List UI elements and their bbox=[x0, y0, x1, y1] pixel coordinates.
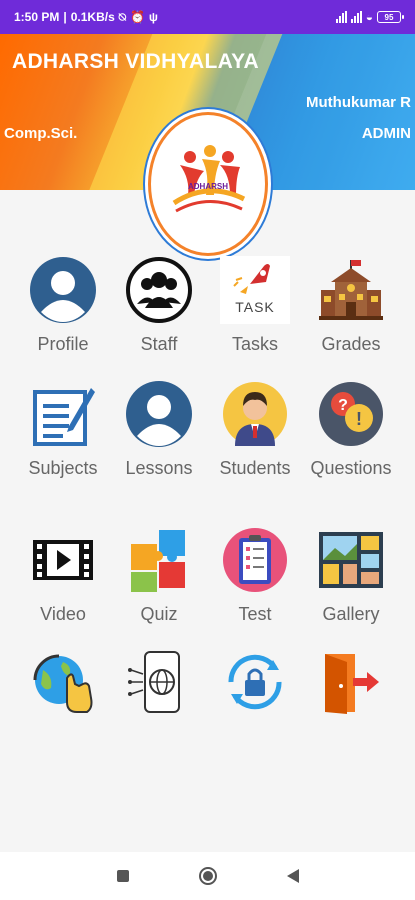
status-time: 1:50 PM bbox=[14, 10, 60, 24]
recent-apps-button[interactable] bbox=[116, 870, 129, 882]
menu-item-logout[interactable] bbox=[305, 644, 397, 720]
globe-touch-icon bbox=[33, 654, 93, 713]
wifi-icon: ◒ bbox=[365, 10, 373, 24]
menu-item-online[interactable] bbox=[17, 644, 109, 720]
menu-item-test[interactable]: Test bbox=[209, 522, 301, 626]
lessons-user-icon bbox=[126, 381, 192, 447]
menu-item-questions[interactable]: ? ! Questions bbox=[305, 376, 397, 480]
lock-refresh-icon bbox=[228, 654, 282, 710]
menu-label-test: Test bbox=[238, 604, 272, 624]
signal-icon bbox=[335, 11, 347, 23]
role-label: ADMIN bbox=[361, 125, 411, 142]
tasks-icon: TASK bbox=[220, 256, 290, 324]
svg-text:ADHARSH: ADHARSH bbox=[188, 182, 228, 191]
menu-item-tasks[interactable]: TASK Tasks bbox=[209, 252, 301, 356]
menu-item-quiz[interactable]: Quiz bbox=[113, 522, 205, 626]
system-nav-bar bbox=[0, 852, 415, 900]
status-speed: 0.1KB/s bbox=[70, 10, 115, 24]
user-name: Muthukumar R bbox=[306, 94, 411, 111]
status-right: ◒ 95 bbox=[335, 10, 404, 24]
menu-item-profile[interactable]: Profile bbox=[17, 252, 109, 356]
status-left: 1:50 PM | 0.1KB/s ⍉ ⏰ ψ bbox=[14, 9, 158, 25]
menu-item-lessons[interactable]: Lessons bbox=[113, 376, 205, 480]
menu-label-staff: Staff bbox=[140, 334, 178, 354]
back-button[interactable] bbox=[286, 869, 299, 883]
menu-item-subjects[interactable]: Subjects bbox=[17, 376, 109, 480]
svg-text:!: ! bbox=[356, 409, 362, 429]
menu-label-video: Video bbox=[40, 604, 86, 624]
video-icon bbox=[33, 540, 93, 580]
home-button[interactable] bbox=[198, 867, 217, 885]
gallery-icon bbox=[319, 532, 383, 588]
menu-label-students: Students bbox=[219, 458, 291, 478]
school-logo: ADHARSH bbox=[148, 112, 268, 256]
notebook-pen-icon bbox=[33, 388, 95, 446]
menu-item-grades[interactable]: Grades bbox=[305, 252, 397, 356]
menu-label-grades: Grades bbox=[321, 334, 381, 354]
svg-text:?: ? bbox=[338, 397, 348, 414]
status-bar: 1:50 PM | 0.1KB/s ⍉ ⏰ ψ ◒ 95 bbox=[0, 0, 415, 34]
menu-label-subjects: Subjects bbox=[28, 458, 98, 478]
menu-item-gallery[interactable]: Gallery bbox=[305, 522, 397, 626]
menu-item-web[interactable] bbox=[113, 644, 205, 720]
questions-icon: ? ! bbox=[319, 382, 383, 446]
clipboard-test-icon bbox=[223, 528, 287, 592]
menu-label-profile: Profile bbox=[37, 334, 89, 354]
menu-label-questions: Questions bbox=[310, 458, 392, 478]
menu-label-quiz: Quiz bbox=[140, 604, 178, 624]
logo-graphic: ADHARSH bbox=[172, 145, 246, 213]
battery-icon: 95 bbox=[377, 11, 404, 23]
menu-item-students[interactable]: Students bbox=[209, 376, 301, 480]
school-name: ADHARSH VIDHYALAYA bbox=[12, 50, 259, 73]
menu-label-gallery: Gallery bbox=[322, 604, 380, 624]
menu-item-staff[interactable]: Staff bbox=[113, 252, 205, 356]
menu-label-tasks: Tasks bbox=[231, 334, 278, 354]
student-icon bbox=[223, 382, 287, 446]
staff-icon bbox=[126, 257, 192, 323]
school-building-icon bbox=[319, 260, 383, 320]
alarm-icon: ⏰ bbox=[129, 10, 145, 24]
department-label: Comp.Sci. bbox=[4, 125, 78, 142]
phone-globe-icon bbox=[128, 651, 180, 713]
menu-item-change-password[interactable] bbox=[209, 644, 301, 720]
mute-icon: ⍉ bbox=[118, 9, 126, 24]
menu-item-video[interactable]: Video bbox=[17, 522, 109, 626]
profile-icon bbox=[30, 257, 96, 323]
puzzle-icon bbox=[131, 530, 185, 592]
svg-text:TASK: TASK bbox=[235, 299, 275, 315]
menu-label-lessons: Lessons bbox=[125, 458, 193, 478]
logout-door-icon bbox=[325, 654, 379, 714]
signal-2-icon bbox=[350, 11, 362, 23]
usb-icon: ψ bbox=[148, 10, 158, 24]
